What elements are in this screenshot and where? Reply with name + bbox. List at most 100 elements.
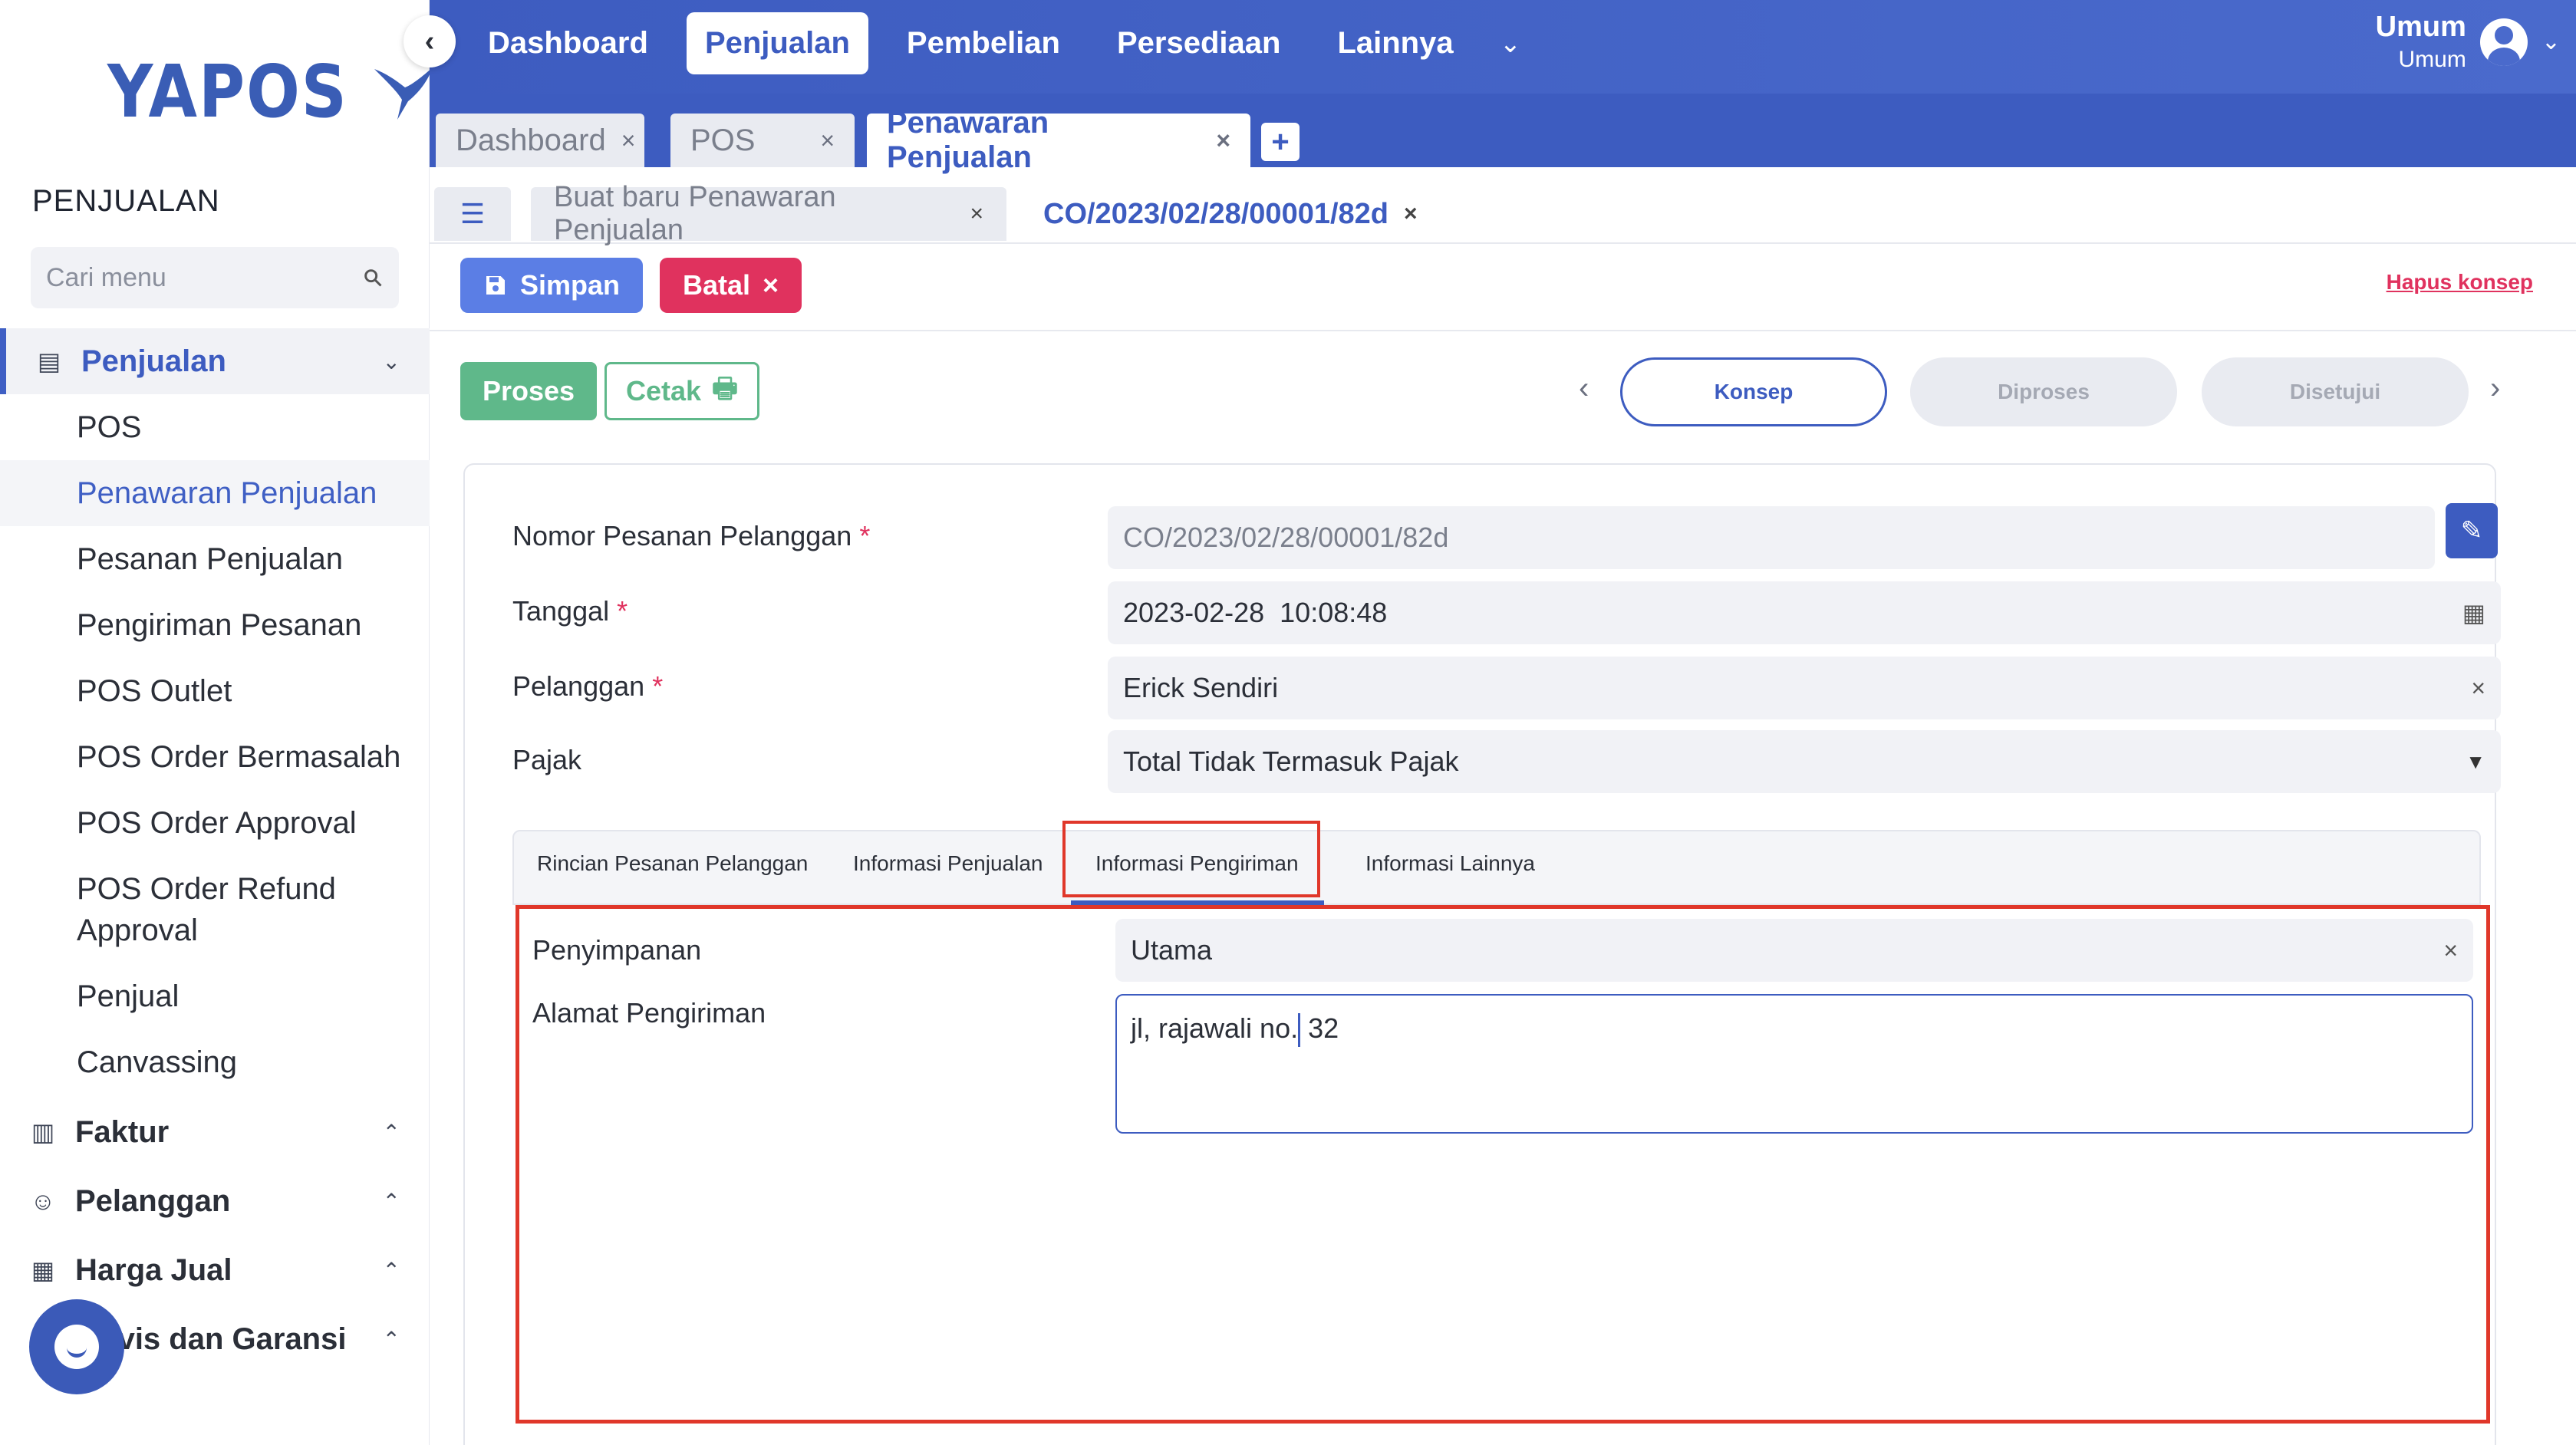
customer-select[interactable]: Erick Sendiri × bbox=[1108, 657, 2501, 719]
order-number-label: Nomor Pesanan Pelanggan * bbox=[512, 520, 870, 552]
chevron-up-icon: ⌃ bbox=[382, 1327, 400, 1351]
sidebar-item-pos-order-refund[interactable]: POS Order Refund bbox=[0, 868, 430, 910]
chevron-down-icon: ⌄ bbox=[2541, 29, 2561, 54]
menu-search-input[interactable]: Cari menu bbox=[31, 247, 399, 308]
cancel-label: Batal bbox=[683, 269, 751, 301]
doctab-label: Penawaran Penjualan bbox=[887, 106, 1049, 174]
subtab-label: CO/2023/02/28/00001/82d bbox=[1043, 197, 1389, 230]
sidebar-item-pos-outlet[interactable]: POS Outlet bbox=[0, 670, 430, 712]
sidebar-item-pengiriman-pesanan[interactable]: Pengiriman Pesanan bbox=[0, 604, 430, 646]
doctab-label: Dashboard bbox=[456, 123, 606, 157]
sidebar-item-penawaran-penjualan[interactable]: Penawaran Penjualan bbox=[0, 460, 430, 526]
record-tabs: ☰ Buat baru Penawaran Penjualan × CO/202… bbox=[430, 167, 2576, 246]
chevron-up-icon: ⌃ bbox=[382, 1189, 400, 1213]
chevron-down-icon[interactable]: ⌄ bbox=[1492, 28, 1530, 59]
tax-label-text: Pajak bbox=[512, 744, 582, 775]
sidebar-group-label: Penjualan bbox=[81, 344, 226, 378]
calendar-icon[interactable]: ▦ bbox=[2462, 598, 2485, 627]
sidebar-item-pos[interactable]: POS bbox=[0, 407, 430, 448]
print-button[interactable]: Cetak 🖶 bbox=[604, 362, 759, 420]
user-menu[interactable]: Umum Umum ⌄ bbox=[2376, 11, 2561, 73]
doctab-label: POS bbox=[690, 123, 756, 157]
sidebar-item-pesanan-penjualan[interactable]: Pesanan Penjualan bbox=[0, 538, 430, 580]
subtab-current-record[interactable]: CO/2023/02/28/00001/82d × bbox=[1020, 187, 1442, 241]
tax-value: Total Tidak Termasuk Pajak bbox=[1123, 746, 1459, 777]
nav-pembelian[interactable]: Pembelian bbox=[888, 12, 1079, 74]
nav-persediaan[interactable]: Persediaan bbox=[1099, 12, 1299, 74]
save-icon bbox=[486, 276, 505, 295]
required-mark: * bbox=[859, 520, 871, 551]
chevron-up-icon: ⌃ bbox=[382, 1258, 400, 1282]
document-tabs: Dashboard × POS × Penawaran Penjualan × … bbox=[430, 94, 2576, 174]
doctab-penawaran-penjualan[interactable]: Penawaran Penjualan × bbox=[867, 106, 1250, 174]
nav-dashboard[interactable]: Dashboard bbox=[469, 12, 667, 74]
detail-tabs: Rincian Pesanan Pelanggan Informasi Penj… bbox=[512, 830, 2481, 905]
menu-search-placeholder: Cari menu bbox=[46, 262, 166, 292]
avatar-icon bbox=[2479, 18, 2528, 66]
section-title: PENJUALAN bbox=[32, 184, 220, 218]
close-icon[interactable]: × bbox=[1216, 127, 1230, 155]
logo-text: YAPOS bbox=[107, 50, 348, 134]
chevron-right-icon[interactable]: › bbox=[2490, 371, 2500, 406]
tab-informasi-penjualan[interactable]: Informasi Penjualan bbox=[853, 851, 1043, 876]
sidebar-item-penjual[interactable]: Penjual bbox=[0, 976, 430, 1017]
chat-widget-button[interactable] bbox=[29, 1299, 124, 1394]
sidebar-item-pos-order-bermasalah[interactable]: POS Order Bermasalah bbox=[0, 736, 430, 778]
cancel-button[interactable]: Batal × bbox=[660, 258, 802, 313]
subtab-new-quotation[interactable]: Buat baru Penawaran Penjualan × bbox=[531, 181, 1006, 246]
top-nav: Dashboard Penjualan Pembelian Persediaan… bbox=[469, 12, 1529, 74]
close-icon: × bbox=[763, 269, 779, 301]
nav-lainnya[interactable]: Lainnya bbox=[1319, 12, 1471, 74]
highlight-box-tab bbox=[1062, 821, 1320, 897]
doctab-pos[interactable]: POS × bbox=[670, 114, 855, 167]
sidebar-group-faktur[interactable]: ▥ Faktur ⌃ bbox=[0, 1109, 430, 1155]
list-icon[interactable]: ☰ bbox=[434, 187, 511, 241]
action-bar: Simpan Batal × Hapus konsep bbox=[430, 244, 2576, 331]
customer-label: Pelanggan * bbox=[512, 670, 663, 703]
bird-logo-icon bbox=[374, 67, 433, 120]
highlight-box-panel bbox=[516, 905, 2490, 1424]
subtab-label: Buat baru Penawaran Penjualan bbox=[554, 181, 836, 246]
order-number-field: CO/2023/02/28/00001/82d bbox=[1108, 506, 2435, 569]
sidebar-group-penjualan[interactable]: ▤ Penjualan ⌄ bbox=[0, 328, 430, 394]
sidebar-item-pos-order-approval[interactable]: POS Order Approval bbox=[0, 802, 430, 844]
tab-rincian-pesanan[interactable]: Rincian Pesanan Pelanggan bbox=[537, 851, 808, 876]
sidebar-group-harga-jual[interactable]: ▦ Harga Jual ⌃ bbox=[0, 1247, 430, 1293]
sidebar-collapse-button[interactable]: ‹ bbox=[404, 15, 456, 67]
edit-button[interactable]: ✎ bbox=[2446, 503, 2498, 558]
close-icon[interactable]: × bbox=[970, 201, 983, 227]
sidebar-group-label: Pelanggan bbox=[75, 1183, 231, 1218]
price-icon: ▦ bbox=[31, 1256, 55, 1284]
required-mark: * bbox=[652, 670, 664, 702]
delete-draft-link[interactable]: Hapus konsep bbox=[2387, 270, 2533, 295]
add-tab-button[interactable]: + bbox=[1261, 123, 1300, 161]
status-step-konsep: Konsep bbox=[1620, 357, 1887, 426]
sidebar-group-label: Harga Jual bbox=[75, 1252, 232, 1287]
chevron-left-icon: ‹ bbox=[424, 25, 435, 58]
close-icon[interactable]: × bbox=[820, 127, 835, 155]
sidebar: YAPOS PENJUALAN Cari menu ▤ Penjualan ⌄ … bbox=[0, 0, 433, 1445]
status-step-diproses: Diproses bbox=[1910, 357, 2177, 426]
status-step-disetujui: Disetujui bbox=[2202, 357, 2469, 426]
clear-icon[interactable]: × bbox=[2471, 674, 2485, 703]
save-label: Simpan bbox=[520, 269, 621, 301]
order-number-value: CO/2023/02/28/00001/82d bbox=[1123, 522, 1449, 553]
date-label: Tanggal * bbox=[512, 595, 628, 627]
tab-informasi-lainnya[interactable]: Informasi Lainnya bbox=[1365, 851, 1535, 876]
user-name: Umum bbox=[2375, 11, 2466, 43]
logo: YAPOS bbox=[107, 50, 436, 134]
process-button[interactable]: Proses bbox=[460, 362, 597, 420]
sidebar-item-pos-order-refund-approval[interactable]: Approval bbox=[0, 910, 430, 951]
tax-select[interactable]: Total Tidak Termasuk Pajak ▼ bbox=[1108, 730, 2501, 793]
close-icon[interactable]: × bbox=[1404, 201, 1418, 227]
close-icon[interactable]: × bbox=[621, 127, 636, 155]
doctab-dashboard[interactable]: Dashboard × bbox=[436, 114, 644, 167]
date-field[interactable]: 2023-02-28 10:08:48 ▦ bbox=[1108, 581, 2501, 644]
nav-penjualan[interactable]: Penjualan bbox=[686, 12, 868, 74]
sidebar-item-canvassing[interactable]: Canvassing bbox=[0, 1042, 430, 1083]
sidebar-group-label: Faktur bbox=[75, 1114, 170, 1149]
save-button[interactable]: Simpan bbox=[460, 258, 644, 313]
pencil-icon: ✎ bbox=[2460, 516, 2483, 545]
chevron-left-icon[interactable]: ‹ bbox=[1579, 371, 1589, 406]
sidebar-group-pelanggan[interactable]: ☺ Pelanggan ⌃ bbox=[0, 1178, 430, 1224]
